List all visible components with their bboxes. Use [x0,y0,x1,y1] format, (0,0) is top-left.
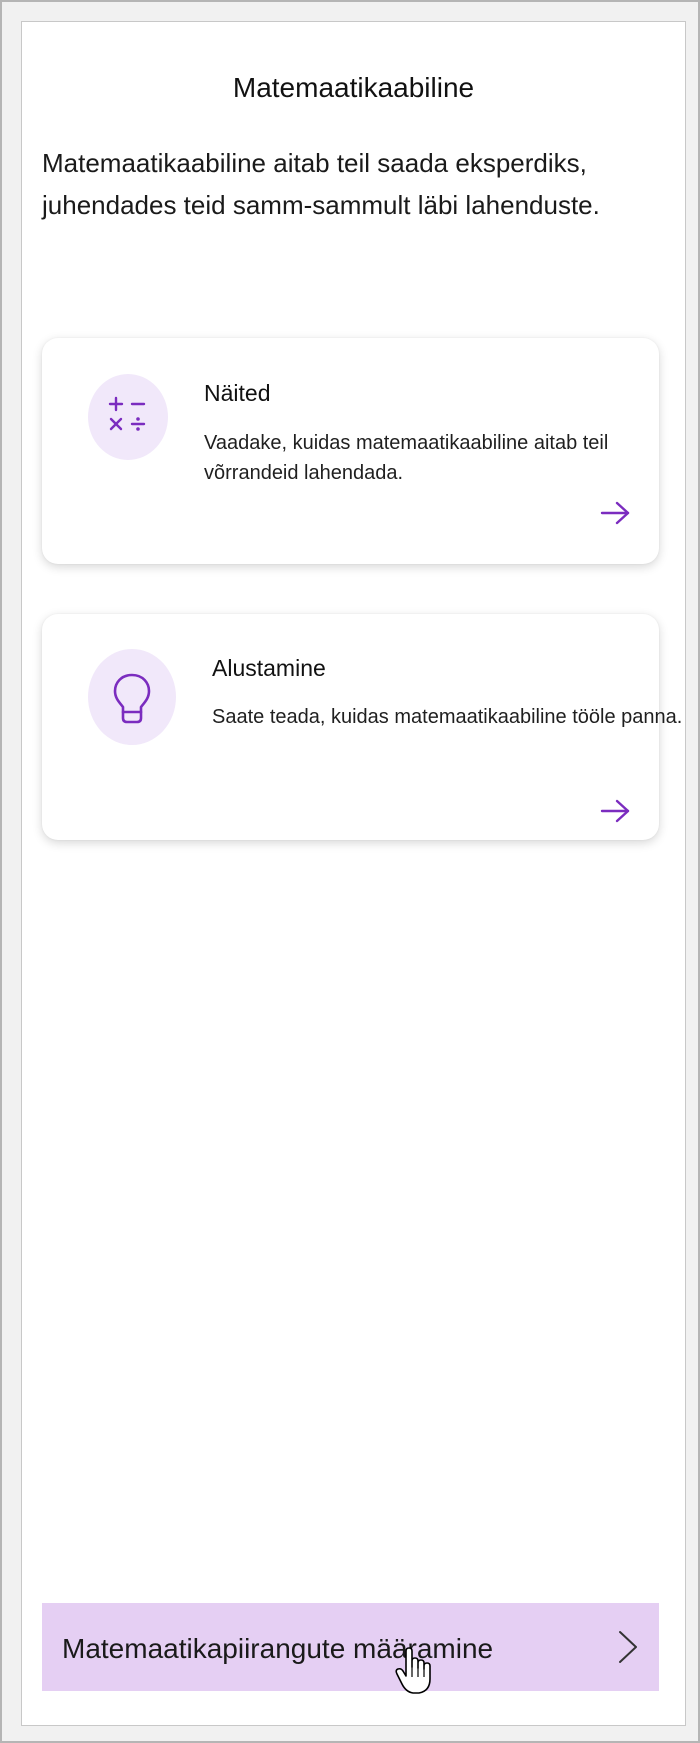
arrow-right-icon[interactable] [599,500,631,526]
lightbulb-icon [88,649,176,745]
math-constraints-button[interactable]: Matemaatikapiirangute määramine [42,1603,659,1691]
arrow-right-icon[interactable] [599,798,631,824]
examples-card-title: Näited [204,380,271,406]
hand-pointer-cursor-icon [394,1647,434,1695]
examples-card[interactable]: Näited Vaadake, kuidas matemaatikaabilin… [42,338,659,564]
window-frame: Matemaatikaabiline Matemaatikaabiline ai… [0,0,700,1743]
examples-card-description: Vaadake, kuidas matemaatikaabiline aitab… [204,432,609,484]
intro-text: Matemaatikaabiline aitab teil saada eksp… [42,148,600,220]
getting-started-card[interactable]: Alustamine Saate teada, kuidas matemaati… [42,614,682,840]
chevron-right-icon [617,1629,639,1665]
math-operators-icon [88,374,168,460]
getting-started-card-title: Alustamine [212,655,326,681]
math-assistant-pane: Matemaatikaabiline Matemaatikaabiline ai… [21,21,686,1726]
pane-title: Matemaatikaabiline [232,72,475,103]
getting-started-card-description: Saate teada, kuidas matemaatikaabiline t… [212,706,683,728]
